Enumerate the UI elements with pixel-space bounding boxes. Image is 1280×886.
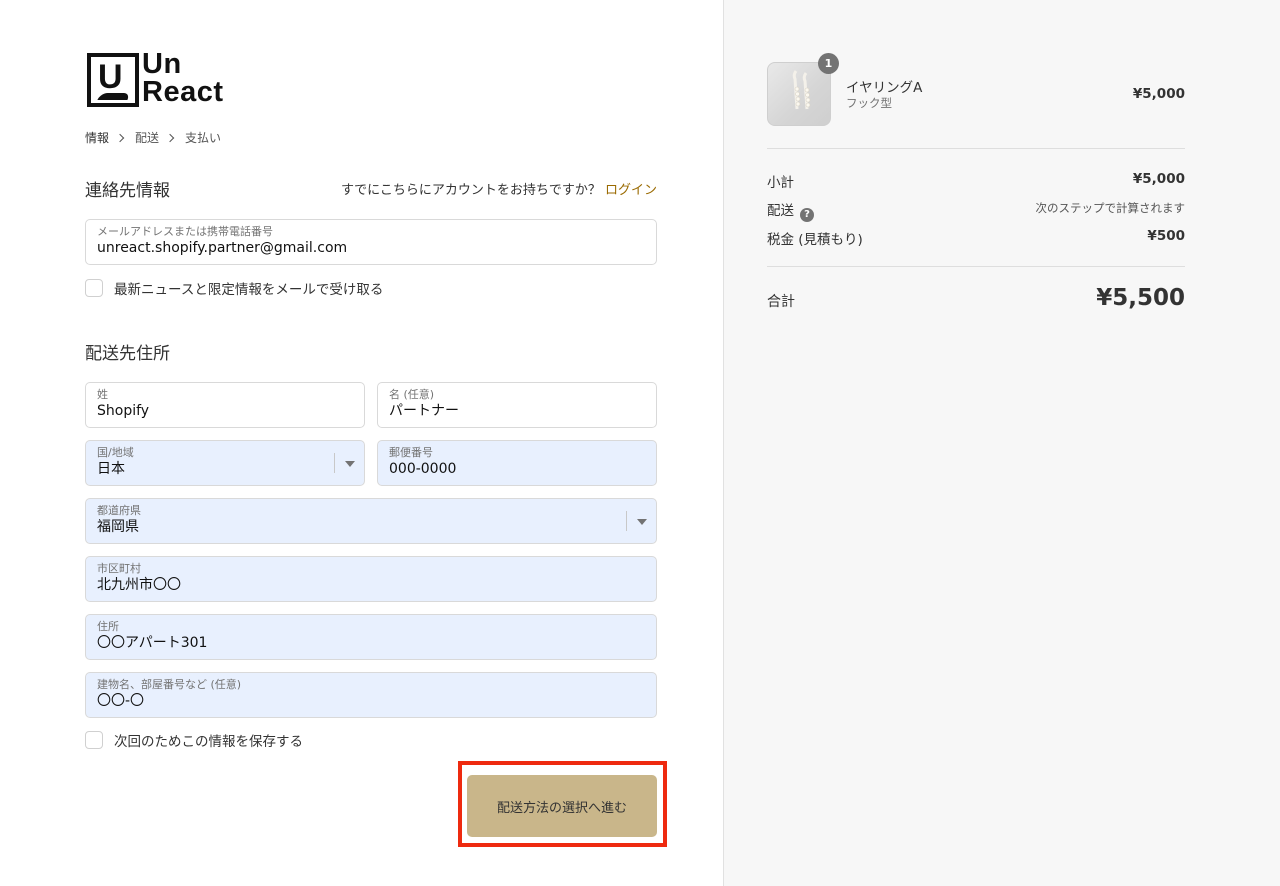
breadcrumb-payment: 支払い: [185, 131, 222, 145]
address-value[interactable]: 〇〇アパート301: [97, 633, 645, 653]
building-label: 建物名、部屋番号など (任意): [97, 678, 242, 691]
save-info-option[interactable]: 次回のためこの情報を保存する: [85, 730, 303, 750]
city-label: 市区町村: [97, 562, 141, 575]
postal-code-value[interactable]: 000-0000: [389, 459, 645, 479]
city-value[interactable]: 北九州市〇〇: [97, 575, 645, 595]
prefecture-value[interactable]: 福岡県: [97, 517, 645, 537]
tax-value: ¥500: [1147, 228, 1185, 244]
tax-label: 税金 (見積もり): [767, 232, 863, 248]
shipping-cost-value: 次のステップで計算されます: [1035, 201, 1186, 215]
country-select[interactable]: 国/地域 日本: [85, 440, 365, 486]
login-link[interactable]: ログイン: [605, 183, 657, 198]
newsletter-option[interactable]: 最新ニュースと限定情報をメールで受け取る: [85, 278, 383, 298]
shipping-cost-label: 配送: [767, 203, 794, 219]
total-value: ¥5,500: [1096, 285, 1185, 311]
save-info-label[interactable]: 次回のためこの情報を保存する: [114, 730, 303, 750]
product-variant: フック型: [846, 96, 892, 110]
email-field-value[interactable]: unreact.shopify.partner@gmail.com: [97, 238, 645, 258]
login-prompt: すでにこちらにアカウントをお持ちですか？ ログイン: [341, 179, 657, 198]
summary-divider: [767, 266, 1185, 267]
city-field[interactable]: 市区町村 北九州市〇〇: [85, 556, 657, 602]
last-name-value[interactable]: Shopify: [97, 401, 353, 421]
prefecture-select[interactable]: 都道府県 福岡県: [85, 498, 657, 544]
email-field[interactable]: メールアドレスまたは携帯電話番号 unreact.shopify.partner…: [85, 219, 657, 265]
product-name: イヤリングA: [846, 80, 923, 96]
prefecture-label: 都道府県: [97, 504, 141, 517]
newsletter-label[interactable]: 最新ニュースと限定情報をメールで受け取る: [114, 278, 383, 298]
checkout-form-panel: U Un React 情報 配送 支払い 連絡先情報 すでにこちらにアカウントを…: [0, 0, 723, 886]
logo-mark-letter: U: [98, 58, 123, 96]
email-field-label: メールアドレスまたは携帯電話番号: [97, 225, 273, 238]
subtotal-value: ¥5,000: [1132, 171, 1185, 187]
postal-code-label: 郵便番号: [389, 446, 433, 459]
contact-section-title: 連絡先情報: [85, 181, 170, 201]
login-prompt-text: すでにこちらにアカウントをお持ちですか？: [340, 183, 601, 198]
first-name-value[interactable]: パートナー: [389, 401, 645, 421]
save-info-checkbox[interactable]: [85, 731, 103, 749]
logo-text: Un React: [142, 48, 224, 108]
product-price: ¥5,000: [1132, 86, 1185, 102]
chevron-down-icon[interactable]: [637, 519, 647, 525]
shipping-cost-row: 配送?: [767, 199, 814, 222]
shipping-section-title: 配送先住所: [85, 344, 170, 364]
chevron-right-icon: [115, 133, 125, 142]
country-value[interactable]: 日本: [97, 459, 353, 479]
building-value[interactable]: 〇〇-〇: [97, 691, 645, 711]
first-name-field[interactable]: 名 (任意) パートナー: [377, 382, 657, 428]
store-logo[interactable]: U Un React: [87, 48, 247, 109]
last-name-field[interactable]: 姓 Shopify: [85, 382, 365, 428]
chevron-right-icon: [165, 133, 175, 142]
logo-text-line1: Un: [142, 48, 182, 80]
breadcrumb: 情報 配送 支払い: [85, 129, 221, 146]
postal-code-field[interactable]: 郵便番号 000-0000: [377, 440, 657, 486]
chevron-down-icon[interactable]: [345, 461, 355, 467]
first-name-label: 名 (任意): [389, 388, 435, 401]
newsletter-checkbox[interactable]: [85, 279, 103, 297]
breadcrumb-shipping: 配送: [135, 131, 160, 145]
continue-to-shipping-button[interactable]: 配送方法の選択へ進む: [467, 775, 657, 837]
order-summary-panel: [723, 0, 1280, 886]
question-mark-icon[interactable]: ?: [800, 208, 814, 222]
summary-divider: [767, 148, 1185, 149]
quantity-badge: 1: [818, 53, 839, 74]
address-label: 住所: [97, 620, 119, 633]
logo-mark-icon: U: [87, 53, 139, 107]
address-field[interactable]: 住所 〇〇アパート301: [85, 614, 657, 660]
building-field[interactable]: 建物名、部屋番号など (任意) 〇〇-〇: [85, 672, 657, 718]
logo-text-line2: React: [142, 76, 224, 108]
total-label: 合計: [767, 294, 795, 310]
country-label: 国/地域: [97, 446, 134, 459]
last-name-label: 姓: [97, 388, 108, 401]
breadcrumb-info[interactable]: 情報: [85, 129, 109, 146]
subtotal-label: 小計: [767, 175, 794, 191]
